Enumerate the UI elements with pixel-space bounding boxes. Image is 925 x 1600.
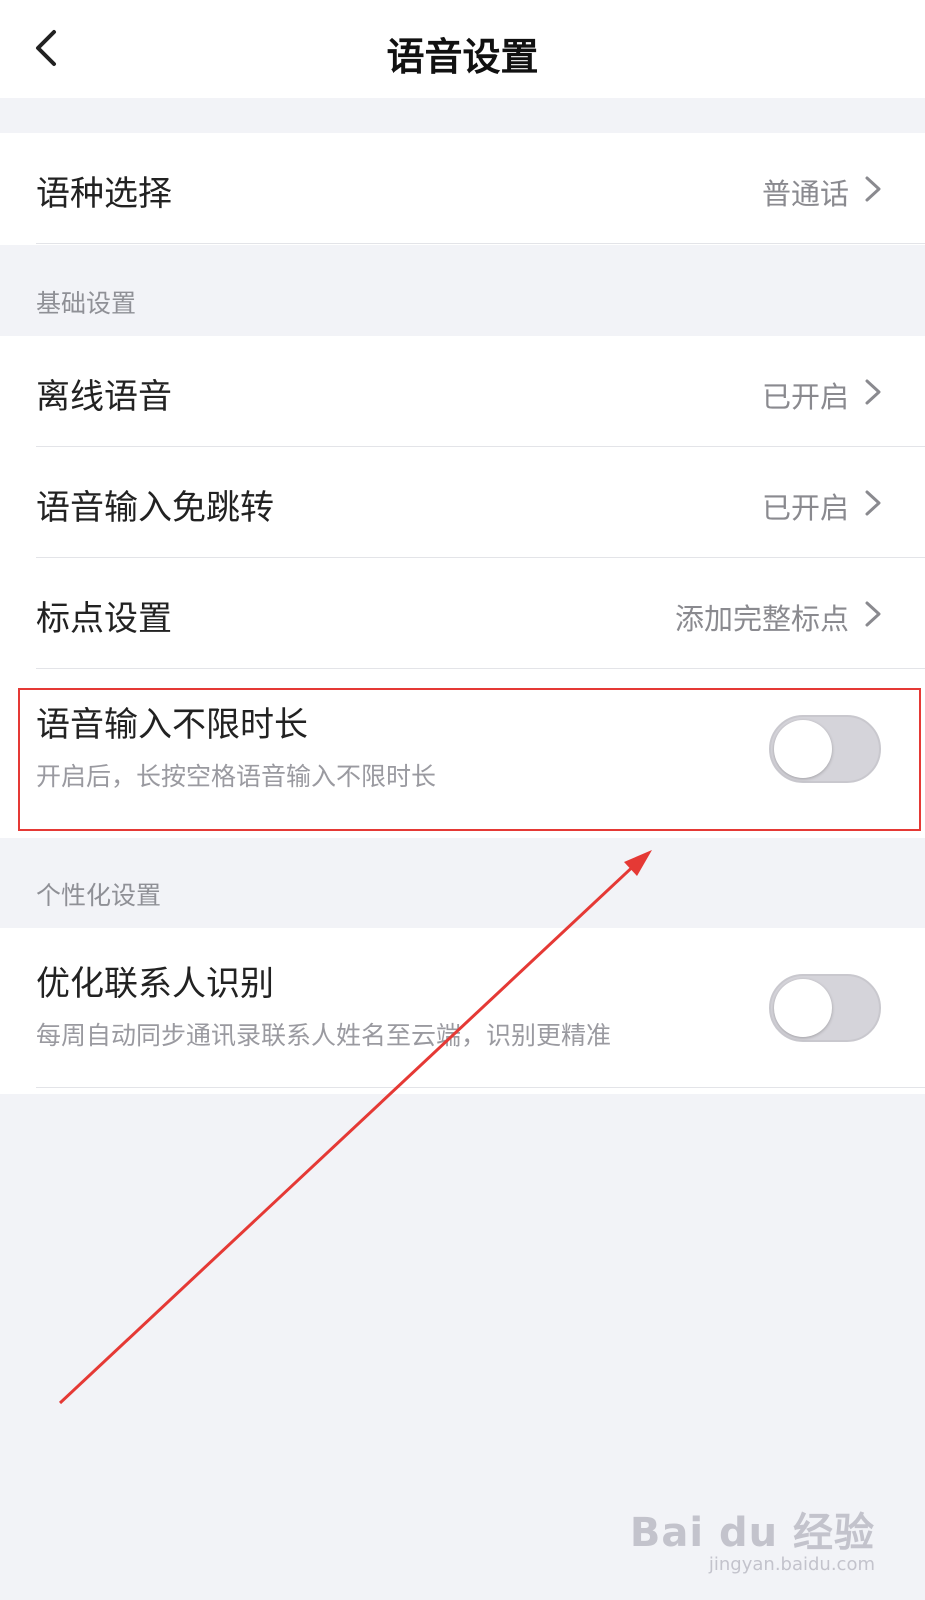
no-jump-label: 语音输入免跳转: [36, 488, 274, 528]
chevron-right-icon: [861, 376, 885, 408]
contacts-toggle[interactable]: [769, 974, 881, 1042]
settings-page: 语音设置 语种选择 普通话 基础设置 离线语音 已开启 语音输入免跳转 已开启: [0, 0, 925, 1600]
chevron-right-icon: [861, 598, 885, 630]
watermark-logo: Bai du 经验: [629, 1510, 875, 1556]
no-jump-value: 已开启: [761, 491, 849, 525]
section-label-basic: 基础设置: [36, 289, 137, 318]
contacts-title: 优化联系人识别: [36, 964, 274, 1004]
unlimited-duration-row: 语音输入不限时长 开启后，长按空格语音输入不限时长: [36, 669, 925, 829]
section-label-personal: 个性化设置: [36, 881, 162, 910]
offline-voice-value: 已开启: [761, 380, 849, 414]
page-title: 语音设置: [386, 35, 539, 79]
unlimited-duration-toggle[interactable]: [769, 715, 881, 783]
unlimited-duration-description: 开启后，长按空格语音输入不限时长: [36, 762, 437, 791]
language-value: 普通话: [761, 177, 849, 211]
header-bar: 语音设置: [0, 0, 925, 98]
chevron-right-icon: [861, 487, 885, 519]
punctuation-label: 标点设置: [36, 599, 172, 639]
contacts-description: 每周自动同步通讯录联系人姓名至云端，识别更精准: [36, 1021, 612, 1050]
contacts-row: 优化联系人识别 每周自动同步通讯录联系人姓名至云端，识别更精准: [36, 928, 925, 1088]
basic-settings-card: 离线语音 已开启 语音输入免跳转 已开启 标点设置 添加完整标点 语音输入不限时…: [0, 336, 925, 838]
toggle-knob: [774, 979, 832, 1037]
offline-voice-label: 离线语音: [36, 377, 172, 417]
no-jump-row[interactable]: 语音输入免跳转 已开启: [36, 447, 925, 558]
language-label: 语种选择: [36, 174, 172, 214]
watermark: Bai du 经验 jingyan.baidu.com: [630, 1500, 875, 1575]
language-row[interactable]: 语种选择 普通话: [36, 133, 925, 244]
punctuation-value: 添加完整标点: [674, 602, 849, 636]
language-card: 语种选择 普通话: [0, 133, 925, 245]
punctuation-row[interactable]: 标点设置 添加完整标点: [36, 558, 925, 669]
chevron-right-icon: [861, 173, 885, 205]
personal-settings-card: 优化联系人识别 每周自动同步通讯录联系人姓名至云端，识别更精准: [0, 928, 925, 1094]
offline-voice-row[interactable]: 离线语音 已开启: [36, 336, 925, 447]
toggle-knob: [774, 720, 832, 778]
unlimited-duration-title: 语音输入不限时长: [36, 705, 308, 745]
